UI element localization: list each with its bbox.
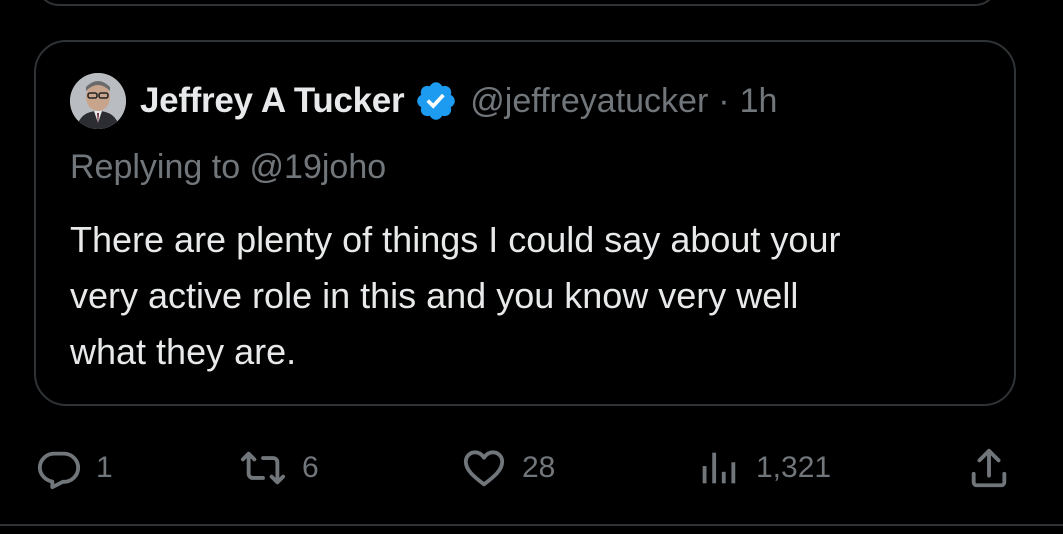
- like-count: 28: [522, 451, 556, 484]
- verified-badge-icon: [414, 79, 458, 123]
- tweet-header: Jeffrey A Tucker @jeffreyatucker · 1h: [70, 72, 777, 130]
- retweet-icon: [238, 445, 288, 491]
- reply-button[interactable]: 1: [36, 440, 113, 496]
- tweet-body-text: There are plenty of things I could say a…: [70, 219, 841, 372]
- author-handle[interactable]: @jeffreyatucker: [470, 82, 708, 121]
- share-icon: [966, 445, 1012, 491]
- heart-icon: [460, 445, 508, 491]
- header-separator: ·: [718, 81, 730, 120]
- tweet-timestamp[interactable]: 1h: [740, 82, 778, 121]
- reply-count: 1: [96, 451, 113, 484]
- previous-card-border: [36, 0, 998, 6]
- replying-to-label: Replying to: [70, 148, 250, 186]
- bottom-divider: [0, 524, 1063, 526]
- views-button[interactable]: 1,321: [694, 440, 831, 496]
- tweet-action-bar: 1 6 28 1,321: [0, 440, 1063, 496]
- retweet-count: 6: [302, 451, 319, 484]
- reply-icon: [36, 445, 82, 491]
- views-count: 1,321: [756, 451, 832, 484]
- avatar[interactable]: [70, 73, 126, 129]
- views-bar-chart-icon: [694, 445, 742, 491]
- reply-card[interactable]: Jeffrey A Tucker @jeffreyatucker · 1h Re…: [34, 40, 1016, 406]
- tweet-page: Jeffrey A Tucker @jeffreyatucker · 1h Re…: [0, 0, 1063, 534]
- like-button[interactable]: 28: [460, 440, 555, 496]
- author-display-name[interactable]: Jeffrey A Tucker: [140, 81, 405, 121]
- replying-to-line: Replying to @19joho: [70, 148, 386, 187]
- retweet-button[interactable]: 6: [238, 440, 319, 496]
- share-button[interactable]: [966, 440, 1012, 496]
- replying-to-handle[interactable]: @19joho: [250, 148, 387, 186]
